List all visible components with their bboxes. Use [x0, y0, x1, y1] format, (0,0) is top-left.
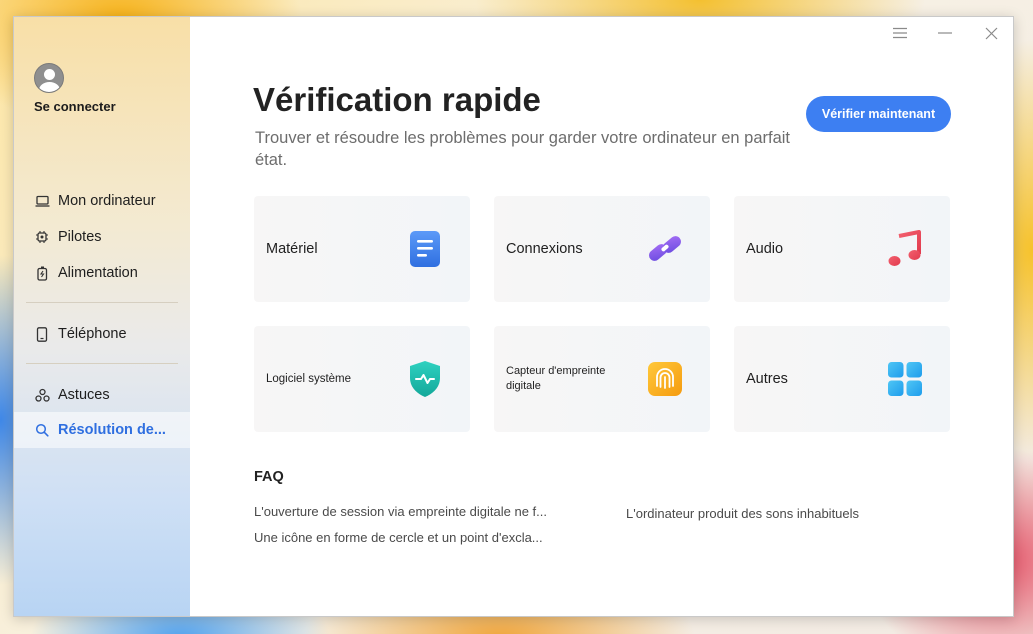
faq-link[interactable]: L'ouverture de session via empreinte dig…: [254, 504, 547, 519]
sidebar-item-label: Pilotes: [58, 229, 102, 245]
shield-pulse-icon: [406, 360, 444, 398]
chip-icon: [34, 229, 50, 245]
sidebar-item-astuces[interactable]: Astuces: [14, 378, 190, 412]
music-note-icon: [886, 230, 924, 268]
verify-now-button[interactable]: Vérifier maintenant: [806, 96, 951, 132]
avatar[interactable]: [34, 63, 64, 93]
sidebar-item-resolution[interactable]: Résolution de...: [14, 412, 190, 448]
faq-title: FAQ: [254, 469, 284, 485]
card-connexions[interactable]: Connexions: [494, 196, 710, 302]
battery-icon: [34, 265, 50, 281]
card-label: Autres: [746, 371, 788, 387]
minimize-button[interactable]: [934, 24, 956, 42]
sidebar-item-mon-ordinateur[interactable]: Mon ordinateur: [14, 184, 190, 218]
close-icon: [985, 27, 997, 39]
sidebar: Se connecter Mon ordinateur Pilotes Alim…: [14, 17, 190, 616]
card-label: Connexions: [506, 241, 583, 257]
link-icon: [646, 230, 684, 268]
card-label: Audio: [746, 241, 784, 257]
card-label: Capteur d'empreinte digitale: [506, 365, 606, 392]
document-icon: [406, 230, 444, 268]
sidebar-divider: [26, 302, 178, 303]
page-title: Vérification rapide: [253, 81, 541, 118]
menu-icon: [893, 27, 907, 39]
sidebar-item-label: Astuces: [58, 387, 110, 403]
profile[interactable]: Se connecter: [34, 63, 116, 114]
card-label: Logiciel système: [266, 373, 352, 385]
sidebar-item-label: Résolution de...: [58, 422, 166, 438]
card-logiciel-systeme[interactable]: Logiciel système: [254, 326, 470, 432]
sidebar-item-alimentation[interactable]: Alimentation: [14, 256, 190, 290]
sidebar-item-label: Téléphone: [58, 326, 127, 342]
grid-icon: [886, 360, 924, 398]
card-capteur-empreinte[interactable]: Capteur d'empreinte digitale: [494, 326, 710, 432]
phone-icon: [34, 326, 50, 342]
close-button[interactable]: [980, 24, 1002, 42]
faq-link[interactable]: L'ordinateur produit des sons inhabituel…: [626, 506, 859, 521]
card-label: Matériel: [266, 241, 318, 257]
sidebar-item-pilotes[interactable]: Pilotes: [14, 220, 190, 254]
card-audio[interactable]: Audio: [734, 196, 950, 302]
tips-icon: [34, 387, 50, 403]
laptop-icon: [34, 193, 50, 209]
app-window: Se connecter Mon ordinateur Pilotes Alim…: [13, 16, 1014, 617]
signin-label[interactable]: Se connecter: [34, 99, 116, 114]
page-subtitle: Trouver et résoudre les problèmes pour g…: [255, 129, 791, 169]
sidebar-item-label: Alimentation: [58, 265, 138, 281]
card-materiel[interactable]: Matériel: [254, 196, 470, 302]
sidebar-divider: [26, 363, 178, 364]
fingerprint-icon: [646, 360, 684, 398]
sidebar-item-label: Mon ordinateur: [58, 193, 156, 209]
search-icon: [34, 422, 50, 438]
menu-button[interactable]: [889, 24, 911, 42]
faq-link[interactable]: Une icône en forme de cercle et un point…: [254, 530, 543, 545]
minimize-icon: [938, 32, 952, 34]
main-content: Vérification rapide Trouver et résoudre …: [190, 17, 1013, 616]
sidebar-item-telephone[interactable]: Téléphone: [14, 317, 190, 351]
card-autres[interactable]: Autres: [734, 326, 950, 432]
